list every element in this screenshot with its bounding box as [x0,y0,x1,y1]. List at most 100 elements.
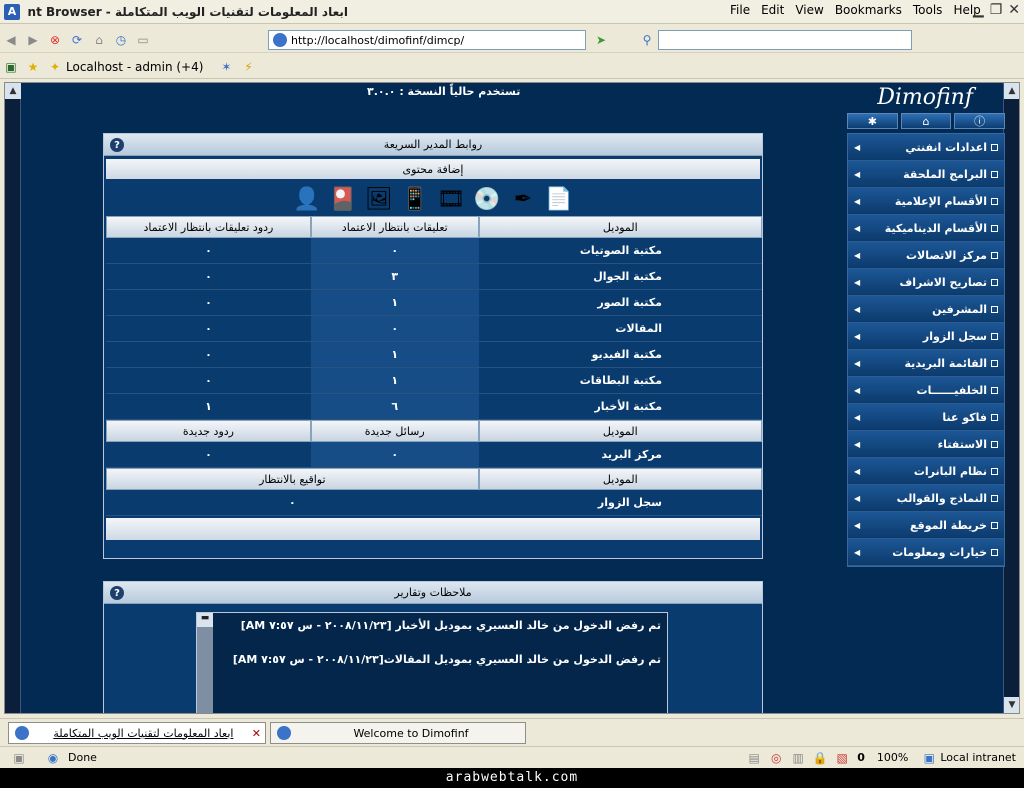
expand-arrow-icon[interactable]: ◀ [854,251,860,260]
bookmark-icon[interactable]: ✦ [46,58,64,76]
cards-icon[interactable]: 🎴 [328,185,358,213]
sidebar-item[interactable]: ◀ القائمة البريدية [848,350,1004,377]
expand-arrow-icon[interactable]: ◀ [854,143,860,152]
left-scrollbar[interactable]: ▲ [5,83,21,713]
notes-scrollbar[interactable]: ▬ [197,613,213,713]
go-icon[interactable]: ➤ [592,31,610,49]
tab-close-icon[interactable]: ✕ [252,727,261,740]
scroll-up-icon[interactable]: ▲ [5,83,21,99]
right-scrollbar[interactable]: ▲ ▼ [1003,83,1019,713]
stop-icon[interactable]: ⊗ [46,31,64,49]
sidebar-item[interactable]: ◀ البرامج الملحقة [848,161,1004,188]
col-header: تعليقات بانتظار الاعتماد [310,216,479,238]
expand-arrow-icon[interactable]: ◀ [854,440,860,449]
sidebar-item[interactable]: ◀ الاستفتاء [848,431,1004,458]
expand-arrow-icon[interactable]: ◀ [854,332,860,341]
forward-icon[interactable]: ▶ [24,31,42,49]
security-icon[interactable]: 🔒 [811,749,829,767]
download-icon[interactable]: ▥ [789,749,807,767]
new-page-icon[interactable]: ▭ [134,31,152,49]
sidebar-item[interactable]: ◀ الخلفيــــــات [848,377,1004,404]
cell-module[interactable]: المقالات [478,316,762,342]
sidebar-item[interactable]: ◀ فاكو عنا [848,404,1004,431]
home-icon[interactable]: ⌂ [900,113,952,129]
tab[interactable]: Welcome to Dimofinf [270,722,526,744]
expand-arrow-icon[interactable]: ◀ [854,386,860,395]
expand-arrow-icon[interactable]: ◀ [854,170,860,179]
sidebar-item[interactable]: ◀ المشرفين [848,296,1004,323]
cell-module[interactable]: مكتبة البطاقات [478,368,762,394]
sidebar-item[interactable]: ◀ مركز الاتصالات [848,242,1004,269]
address-bar[interactable]: http://localhost/dimofinf/dimcp/ [268,30,586,50]
pictures-icon[interactable]: 🖼 [364,185,394,213]
sidebar-item[interactable]: ◀ اعدادات انفنتي [848,134,1004,161]
search-icon[interactable]: ⚲ [638,31,656,49]
help-icon[interactable]: ? [110,138,124,152]
expand-arrow-icon[interactable]: ◀ [854,305,860,314]
menu-item-edit[interactable]: Edit [761,3,784,17]
expand-arrow-icon[interactable]: ◀ [854,521,860,530]
tab-active[interactable]: ابعاد المعلومات لتقنيات الويب المتكاملة … [8,722,266,744]
flash-icon[interactable]: ⚡ [239,58,257,76]
expand-arrow-icon[interactable]: ◀ [854,197,860,206]
expand-arrow-icon[interactable]: ◀ [854,548,860,557]
home-icon[interactable]: ⌂ [90,31,108,49]
users-icon[interactable]: 👤 [292,185,322,213]
add-content-bar[interactable]: إضافة محتوى [106,159,760,179]
sidebar-item-label: الخلفيــــــات [916,383,987,397]
cell-module[interactable]: مكتبة الفيديو [478,342,762,368]
expand-arrow-icon[interactable]: ◀ [854,467,860,476]
favorites-star-icon[interactable]: ★ [24,58,42,76]
back-icon[interactable]: ◀ [2,31,20,49]
cell-module[interactable]: مكتبة الجوال [478,264,762,290]
cell-module[interactable]: سجل الزوار [478,490,762,516]
refresh-icon[interactable]: ⟳ [68,31,86,49]
sidebar-item[interactable]: ◀ خيارات ومعلومات [848,539,1004,566]
sidebar-item[interactable]: ◀ سجل الزوار [848,323,1004,350]
cell-module[interactable]: مكتبة الصور [478,290,762,316]
minimize-icon[interactable]: ▁ [973,2,984,18]
scroll-down-icon[interactable]: ▼ [1004,697,1019,713]
view-icon[interactable]: ▣ [2,58,20,76]
expand-arrow-icon[interactable]: ◀ [854,494,860,503]
localhost-link[interactable]: Localhost - admin (+4) [66,60,203,74]
sidebar-item[interactable]: ◀ الأقسام الإعلامية [848,188,1004,215]
table-row: ٠ سجل الزوار [106,490,762,516]
restore-icon[interactable]: ❐ [990,2,1003,18]
expand-arrow-icon[interactable]: ◀ [854,359,860,368]
expand-arrow-icon[interactable]: ◀ [854,413,860,422]
help-icon[interactable]: ? [110,586,124,600]
flash-block-icon[interactable]: ◎ [767,749,785,767]
expand-arrow-icon[interactable]: ◀ [854,278,860,287]
menu-item-view[interactable]: View [795,3,823,17]
plugin-icon[interactable]: ✶ [217,58,235,76]
mobile-icon[interactable]: 📱 [400,185,430,213]
cell-module[interactable]: مكتبة الأخبار [478,394,762,420]
sidebar-item[interactable]: ◀ تصاريح الاشراف [848,269,1004,296]
pen-icon[interactable]: ✒ [508,185,538,213]
cell-module[interactable]: مكتبة الصوتيات [478,238,762,264]
sidebar-item[interactable]: ◀ الأقسام الديناميكية [848,215,1004,242]
info-icon[interactable]: ⓘ [954,113,1006,129]
scroll-up-icon[interactable]: ▲ [1004,83,1019,99]
zoom-level[interactable]: 100% [877,751,908,764]
close-icon[interactable]: ✕ [1008,2,1020,18]
settings-gear-icon[interactable]: ✱ [847,113,898,129]
menu-item-tools[interactable]: Tools [913,3,943,17]
audio-icon[interactable]: 💿 [472,185,502,213]
cell-module[interactable]: مركز البريد [478,442,762,468]
pages-icon[interactable]: 📄 [544,185,574,213]
sidebar-item[interactable]: ◀ نظام البانرات [848,458,1004,485]
sidebar-item[interactable]: ◀ خريطة الموقع [848,512,1004,539]
expand-arrow-icon[interactable]: ◀ [854,224,860,233]
menu-item-bookmarks[interactable]: Bookmarks [835,3,902,17]
menu-item-file[interactable]: File [730,3,750,17]
search-input[interactable] [658,30,912,50]
popup-icon[interactable]: ▤ [745,749,763,767]
history-icon[interactable]: ◷ [112,31,130,49]
popup-block-icon[interactable]: ▧ [833,749,851,767]
sidebar-item[interactable]: ◀ النماذج والقوالب [848,485,1004,512]
panel-footer [106,518,760,540]
video-icon[interactable]: 🎞 [436,185,466,213]
scroll-up-icon[interactable]: ▬ [197,613,213,627]
